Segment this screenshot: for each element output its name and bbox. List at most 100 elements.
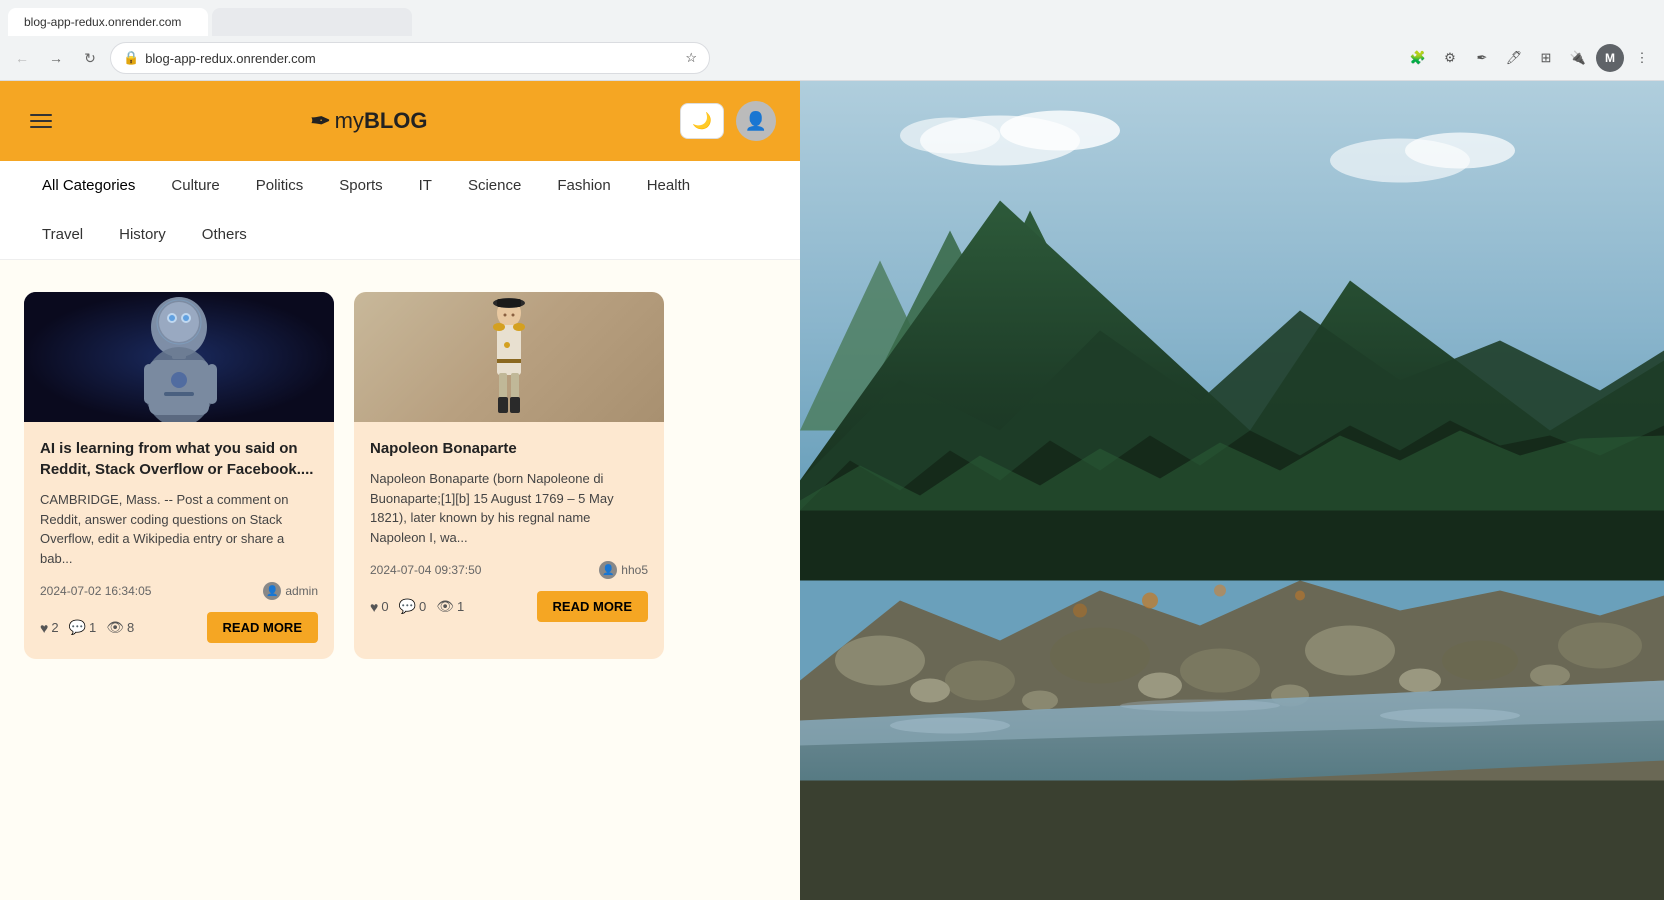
card-1-comments: 💬 1 (69, 619, 97, 636)
nav-item-fashion[interactable]: Fashion (539, 161, 628, 210)
nav-item-health[interactable]: Health (629, 161, 708, 210)
card-2-excerpt: Napoleon Bonaparte (born Napoleone di Bu… (370, 469, 648, 547)
card-1-read-more-button[interactable]: READ MORE (207, 612, 318, 643)
nav-item-history[interactable]: History (101, 210, 184, 259)
card-2-views-count: 1 (457, 599, 464, 614)
card-2-author-name: hho5 (621, 563, 648, 577)
blog-side: ✒ myBLOG 🌙 👤 All Categories Culture Poli… (0, 81, 800, 900)
comment-icon: 💬 (69, 619, 86, 636)
card-2-read-more-button[interactable]: READ MORE (537, 591, 648, 622)
card-1-body: AI is learning from what you said on Red… (24, 422, 334, 659)
browser-chrome: blog-app-redux.onrender.com ← → ↻ 🔒 blog… (0, 0, 1664, 81)
eye-icon-2: 👁 (436, 598, 454, 615)
blog-header: ✒ myBLOG 🌙 👤 (0, 81, 800, 161)
heart-icon: ♥ (40, 620, 48, 636)
nature-background (800, 81, 1664, 900)
active-tab[interactable]: blog-app-redux.onrender.com (8, 8, 208, 36)
card-2-comments-count: 0 (419, 599, 426, 614)
card-1-views-count: 8 (127, 620, 134, 635)
lock-icon: 🔒 (123, 50, 139, 66)
card-2-author-avatar: 👤 (599, 561, 617, 579)
nav-item-travel[interactable]: Travel (24, 210, 101, 259)
card-1-author-avatar: 👤 (263, 582, 281, 600)
napoleon-illustration (479, 297, 539, 417)
nav-item-it[interactable]: IT (401, 161, 450, 210)
card-1-footer: ♥ 2 💬 1 👁 8 (40, 612, 318, 643)
nav-item-sports[interactable]: Sports (321, 161, 400, 210)
card-1-excerpt: CAMBRIDGE, Mass. -- Post a comment on Re… (40, 490, 318, 568)
card-2-stats: ♥ 0 💬 0 👁 1 (370, 598, 464, 615)
hamburger-line-3 (30, 126, 52, 128)
card-2-author: 👤 hho5 (599, 561, 648, 579)
card-1-comments-count: 1 (89, 620, 96, 635)
card-1-likes-count: 2 (51, 620, 58, 635)
page-content: ✒ myBLOG 🌙 👤 All Categories Culture Poli… (0, 81, 1664, 900)
browser-toolbar: ← → ↻ 🔒 blog-app-redux.onrender.com ☆ 🧩 … (0, 36, 1664, 80)
cards-grid: AI is learning from what you said on Red… (24, 292, 776, 659)
card-2-footer: ♥ 0 💬 0 👁 1 (370, 591, 648, 622)
hamburger-line-2 (30, 120, 52, 122)
card-2-date: 2024-07-04 09:37:50 (370, 563, 481, 577)
profile-button[interactable]: M (1596, 44, 1624, 72)
card-2-body: Napoleon Bonaparte Napoleon Bonaparte (b… (354, 422, 664, 638)
logo-pen-icon: ✒ (311, 107, 331, 136)
card-2-likes: ♥ 0 (370, 599, 389, 615)
address-bar[interactable]: 🔒 blog-app-redux.onrender.com ☆ (110, 42, 710, 74)
robot-illustration (24, 292, 334, 422)
inactive-tab[interactable] (212, 8, 412, 36)
card-2-views: 👁 1 (436, 598, 464, 615)
logo[interactable]: ✒ myBLOG (311, 107, 428, 136)
hamburger-line-1 (30, 114, 52, 116)
toolbar-icons: 🧩 ⚙ ✒ 🖊 ⊞ 🔌 M ⋮ (1404, 44, 1656, 72)
back-button[interactable]: ← (8, 44, 36, 72)
nav-item-all-categories[interactable]: All Categories (24, 161, 153, 210)
nav-item-others[interactable]: Others (184, 210, 265, 259)
blog-main: AI is learning from what you said on Red… (0, 260, 800, 900)
comment-icon-2: 💬 (399, 598, 416, 615)
logo-text: myBLOG (335, 108, 428, 134)
card-1-stats: ♥ 2 💬 1 👁 8 (40, 619, 134, 636)
star-icon: ☆ (685, 50, 697, 66)
header-right: 🌙 👤 (680, 101, 776, 141)
browser-tabs: blog-app-redux.onrender.com (0, 0, 1664, 36)
reload-button[interactable]: ↻ (76, 44, 104, 72)
user-icon: 👤 (745, 111, 767, 132)
logo-blog: BLOG (364, 108, 428, 133)
hamburger-button[interactable] (24, 108, 58, 134)
pen-tool-button[interactable]: ✒ (1468, 44, 1496, 72)
moon-icon: 🌙 (692, 111, 712, 131)
nav-item-culture[interactable]: Culture (153, 161, 237, 210)
dark-mode-button[interactable]: 🌙 (680, 103, 724, 139)
card-1-meta: 2024-07-02 16:34:05 👤 admin (40, 582, 318, 600)
blog-nav: All Categories Culture Politics Sports I… (0, 161, 800, 260)
extensions-button[interactable]: 🧩 (1404, 44, 1432, 72)
eye-icon: 👁 (106, 619, 124, 636)
grid-button[interactable]: ⊞ (1532, 44, 1560, 72)
nature-svg (800, 81, 1664, 900)
nav-item-politics[interactable]: Politics (238, 161, 322, 210)
nature-side (800, 81, 1664, 900)
card-1-likes: ♥ 2 (40, 620, 59, 636)
downloads-button[interactable]: ⚙ (1436, 44, 1464, 72)
card-2-image (354, 292, 664, 422)
card-2-comments: 💬 0 (399, 598, 427, 615)
puzzle-button[interactable]: 🔌 (1564, 44, 1592, 72)
color-picker-button[interactable]: 🖊 (1500, 44, 1528, 72)
card-2-meta: 2024-07-04 09:37:50 👤 hho5 (370, 561, 648, 579)
card-1-image (24, 292, 334, 422)
card-1-author: 👤 admin (263, 582, 318, 600)
forward-button[interactable]: → (42, 44, 70, 72)
card-2-title: Napoleon Bonaparte (370, 438, 648, 459)
user-avatar[interactable]: 👤 (736, 101, 776, 141)
card-2-likes-count: 0 (381, 599, 388, 614)
menu-button[interactable]: ⋮ (1628, 44, 1656, 72)
card-1-views: 👁 8 (106, 619, 134, 636)
card-1: AI is learning from what you said on Red… (24, 292, 334, 659)
url-display: blog-app-redux.onrender.com (145, 51, 679, 66)
card-2: Napoleon Bonaparte Napoleon Bonaparte (b… (354, 292, 664, 659)
card-1-date: 2024-07-02 16:34:05 (40, 584, 151, 598)
logo-my: my (335, 108, 364, 133)
nav-items: All Categories Culture Politics Sports I… (24, 161, 776, 259)
card-1-title: AI is learning from what you said on Red… (40, 438, 318, 480)
nav-item-science[interactable]: Science (450, 161, 539, 210)
